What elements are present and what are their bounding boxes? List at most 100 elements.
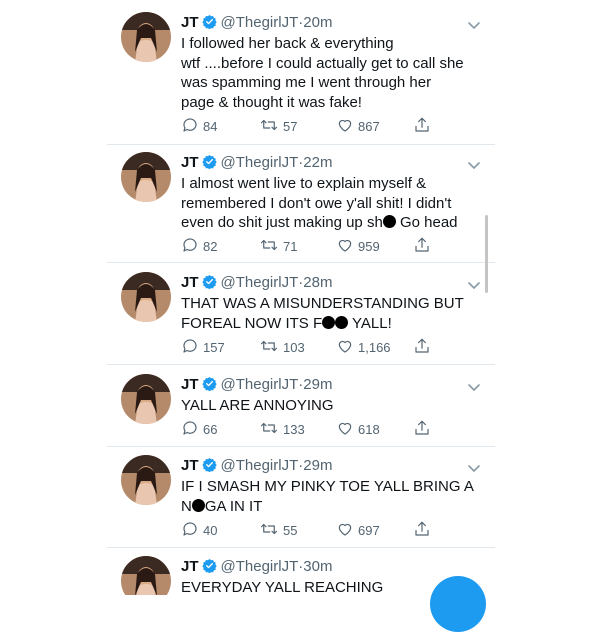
share-upload-icon [413, 337, 435, 358]
tweet-actions: 84 57 867 [181, 116, 441, 136]
like-button[interactable]: 867 [336, 116, 380, 136]
retweet-count: 103 [283, 339, 305, 355]
share-button[interactable] [413, 236, 435, 256]
reply-bubble-icon [181, 337, 203, 358]
reply-count: 40 [203, 522, 218, 538]
scrollbar[interactable] [485, 215, 488, 293]
censor-blot [191, 498, 205, 512]
share-button[interactable] [413, 116, 435, 136]
tweet-header: JT @ThegirlJT·30m [181, 556, 489, 578]
like-count: 867 [358, 118, 380, 134]
tweet-actions: 157 103 1,166 [181, 337, 441, 357]
heart-outline-icon [336, 337, 358, 358]
retweet-button[interactable]: 133 [259, 419, 305, 439]
tweet-body: JT @ThegirlJT·22m I almost went live to e… [181, 152, 489, 254]
retweet-count: 57 [283, 118, 298, 134]
compose-tweet-button[interactable] [430, 576, 486, 632]
timestamp[interactable]: 30m [303, 558, 332, 575]
like-button[interactable]: 697 [336, 520, 380, 540]
retweet-button[interactable]: 103 [259, 337, 305, 357]
reply-button[interactable]: 40 [181, 520, 217, 540]
retweet-button[interactable]: 55 [259, 520, 297, 540]
reply-bubble-icon [181, 236, 203, 257]
timestamp[interactable]: 29m [303, 376, 332, 393]
tweet-card[interactable]: JT @ThegirlJT·29m IF I SMASH MY PINKY TOE… [107, 455, 495, 548]
tweet-card[interactable]: JT @ThegirlJT·28m THAT WAS A MISUNDERSTAN… [107, 272, 495, 365]
timestamp[interactable]: 28m [303, 274, 332, 291]
retweet-button[interactable]: 71 [259, 236, 297, 256]
handle[interactable]: @ThegirlJT [221, 558, 299, 575]
display-name[interactable]: JT [181, 558, 199, 575]
like-count: 1,166 [358, 339, 391, 355]
display-name[interactable]: JT [181, 154, 199, 171]
retweet-arrows-icon [259, 236, 283, 257]
handle[interactable]: @ThegirlJT [221, 274, 299, 291]
verified-badge-icon [201, 376, 217, 398]
censor-blot [335, 315, 349, 329]
tweet-body: JT @ThegirlJT·29m YALL ARE ANNOYING 66 13… [181, 374, 489, 437]
share-button[interactable] [413, 337, 435, 357]
like-button[interactable]: 959 [336, 236, 380, 256]
share-upload-icon [413, 520, 435, 541]
retweet-count: 55 [283, 522, 298, 538]
tweet-header: JT @ThegirlJT·29m [181, 455, 489, 477]
tweet-text: I followed her back & everything wtf ...… [181, 35, 464, 111]
tweet-actions: 40 55 697 [181, 520, 441, 540]
timeline-feed: JT @ThegirlJT·20m I followed her back & e… [107, 0, 495, 595]
retweet-count: 133 [283, 421, 305, 437]
avatar[interactable] [121, 12, 171, 62]
handle[interactable]: @ThegirlJT [221, 457, 299, 474]
avatar[interactable] [121, 152, 171, 202]
share-button[interactable] [413, 419, 435, 439]
chevron-down-icon[interactable] [467, 380, 481, 392]
timestamp[interactable]: 20m [303, 14, 332, 31]
tweet-header: JT @ThegirlJT·28m [181, 272, 489, 294]
reply-button[interactable]: 66 [181, 419, 217, 439]
handle[interactable]: @ThegirlJT [221, 14, 299, 31]
tweet-card[interactable]: JT @ThegirlJT·20m I followed her back & e… [107, 12, 495, 145]
like-count: 697 [358, 522, 380, 538]
display-name[interactable]: JT [181, 274, 199, 291]
tweet-header: JT @ThegirlJT·22m [181, 152, 489, 174]
like-button[interactable]: 1,166 [336, 337, 391, 357]
reply-button[interactable]: 157 [181, 337, 225, 357]
heart-outline-icon [336, 520, 358, 541]
like-count: 618 [358, 421, 380, 437]
retweet-button[interactable]: 57 [259, 116, 297, 136]
handle[interactable]: @ThegirlJT [221, 154, 299, 171]
display-name[interactable]: JT [181, 14, 199, 31]
heart-outline-icon [336, 236, 358, 257]
timestamp[interactable]: 29m [303, 457, 332, 474]
tweet-text-part: YALL! [348, 314, 392, 332]
reply-count: 84 [203, 118, 218, 134]
verified-badge-icon [201, 457, 217, 479]
like-button[interactable]: 618 [336, 419, 380, 439]
chevron-down-icon[interactable] [467, 461, 481, 473]
avatar[interactable] [121, 374, 171, 424]
tweet-header: JT @ThegirlJT·20m [181, 12, 489, 34]
heart-outline-icon [336, 419, 358, 440]
display-name[interactable]: JT [181, 376, 199, 393]
timestamp[interactable]: 22m [303, 154, 332, 171]
tweet-card[interactable]: JT @ThegirlJT·29m YALL ARE ANNOYING 66 13… [107, 374, 495, 447]
reply-button[interactable]: 84 [181, 116, 217, 136]
chevron-down-icon[interactable] [467, 158, 481, 170]
chevron-down-icon[interactable] [467, 278, 481, 290]
reply-button[interactable]: 82 [181, 236, 217, 256]
avatar[interactable] [121, 272, 171, 322]
tweet-text: I almost went live to explain myself & r… [181, 174, 489, 233]
reply-bubble-icon [181, 520, 203, 541]
avatar[interactable] [121, 556, 171, 595]
retweet-arrows-icon [259, 337, 283, 358]
verified-badge-icon [201, 154, 217, 176]
tweet-body: JT @ThegirlJT·28m THAT WAS A MISUNDERSTAN… [181, 272, 489, 355]
retweet-arrows-icon [259, 419, 283, 440]
heart-outline-icon [336, 116, 358, 137]
chevron-down-icon[interactable] [467, 18, 481, 30]
share-button[interactable] [413, 520, 435, 540]
display-name[interactable]: JT [181, 457, 199, 474]
avatar[interactable] [121, 455, 171, 505]
tweet-card[interactable]: JT @ThegirlJT·22m I almost went live to e… [107, 152, 495, 263]
handle[interactable]: @ThegirlJT [221, 376, 299, 393]
tweet-actions: 66 133 618 [181, 419, 441, 439]
